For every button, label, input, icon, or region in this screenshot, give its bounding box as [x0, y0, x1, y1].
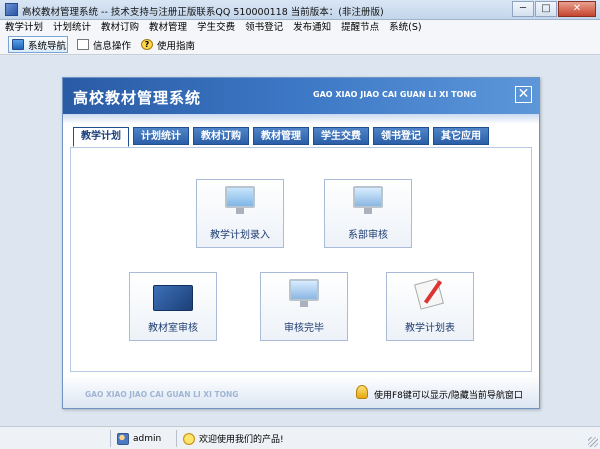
- menu-bar: 教学计划 计划统计 教材订购 教材管理 学生交费 领书登记 发布通知 提醒节点 …: [0, 20, 600, 35]
- menu-plan-stats[interactable]: 计划统计: [48, 20, 96, 35]
- dept-review-label: 系部审核: [348, 230, 388, 241]
- system-nav-button[interactable]: 系统导航: [8, 36, 68, 53]
- tab-strip: 教学计划 计划统计 教材订购 教材管理 学生交费 领书登记 其它应用: [73, 127, 493, 147]
- status-bar: admin 欢迎使用我们的产品!: [0, 426, 600, 449]
- dept-review-button[interactable]: 系部审核: [324, 179, 412, 248]
- footer-pinyin: GAO XIAO JIAO CAI GUAN LI XI TONG: [85, 390, 239, 399]
- user-guide-label: 使用指南: [157, 40, 196, 52]
- monitor-icon: [12, 39, 24, 50]
- plan-entry-label: 教学计划录入: [210, 230, 270, 241]
- room-review-button[interactable]: 教材室审核: [129, 272, 217, 341]
- tab-other-apps[interactable]: 其它应用: [433, 127, 489, 145]
- app-icon: [5, 3, 18, 16]
- menu-textbook-manage[interactable]: 教材管理: [144, 20, 192, 35]
- review-done-button[interactable]: 审核完毕: [260, 272, 348, 341]
- header-band: [63, 114, 539, 124]
- plan-table-label: 教学计划表: [405, 323, 455, 334]
- blue-book-icon: [153, 285, 193, 311]
- window-controls: ─ □ ✕: [511, 1, 596, 17]
- room-review-label: 教材室审核: [148, 323, 198, 334]
- status-user: admin: [110, 430, 176, 447]
- title-bar: 高校教材管理系统 -- 技术支持与注册正版联系QQ 510000118 当前版本…: [0, 0, 600, 20]
- help-icon: ?: [141, 39, 153, 50]
- tab-book-register[interactable]: 领书登记: [373, 127, 429, 145]
- user-hint-icon: [356, 385, 368, 399]
- window-title: 高校教材管理系统 -- 技术支持与注册正版联系QQ 510000118 当前版本…: [22, 7, 384, 18]
- info-op-button[interactable]: 信息操作: [74, 36, 134, 53]
- panel-close-button[interactable]: ✕: [515, 86, 532, 103]
- display-monitor-icon: [353, 186, 383, 214]
- plan-entry-button[interactable]: 教学计划录入: [196, 179, 284, 248]
- panel-pinyin-title: GAO XIAO JIAO CAI GUAN LI XI TONG: [313, 90, 477, 99]
- menu-book-register[interactable]: 领书登记: [240, 20, 288, 35]
- toolbar: 系统导航 信息操作 ? 使用指南: [0, 35, 600, 55]
- tab-content: 教学计划录入 系部审核 教材室审核 审核完毕 教学计划表: [70, 147, 532, 372]
- panel-footer: GAO XIAO JIAO CAI GUAN LI XI TONG 使用F8键可…: [63, 376, 539, 408]
- user-icon: [117, 432, 129, 445]
- menu-textbook-order[interactable]: 教材订购: [96, 20, 144, 35]
- document-icon: [77, 39, 89, 50]
- scroll-pen-icon: [413, 278, 447, 310]
- navigation-panel: 高校教材管理系统 GAO XIAO JIAO CAI GUAN LI XI TO…: [62, 77, 540, 409]
- panel-header: 高校教材管理系统 GAO XIAO JIAO CAI GUAN LI XI TO…: [63, 78, 539, 114]
- review-done-label: 审核完毕: [284, 323, 324, 334]
- tab-textbook-manage[interactable]: 教材管理: [253, 127, 309, 145]
- tab-plan-stats[interactable]: 计划统计: [133, 127, 189, 145]
- footer-hint: 使用F8键可以显示/隐藏当前导航窗口: [374, 391, 523, 401]
- plan-table-button[interactable]: 教学计划表: [386, 272, 474, 341]
- panel-title: 高校教材管理系统: [73, 89, 202, 107]
- computer-monitor-icon: [225, 186, 255, 214]
- status-user-name: admin: [133, 433, 162, 444]
- status-welcome: 欢迎使用我们的产品!: [199, 435, 284, 445]
- maximize-button[interactable]: □: [535, 1, 557, 17]
- menu-reminder-node[interactable]: 提醒节点: [336, 20, 384, 35]
- tab-teaching-plan[interactable]: 教学计划: [73, 127, 129, 147]
- menu-system[interactable]: 系统(S): [384, 20, 426, 35]
- chart-monitor-icon: [289, 279, 319, 307]
- minimize-button[interactable]: ─: [512, 1, 534, 17]
- system-nav-label: 系统导航: [28, 40, 67, 52]
- tab-student-fee[interactable]: 学生交费: [313, 127, 369, 145]
- info-op-label: 信息操作: [93, 40, 132, 52]
- menu-teaching-plan[interactable]: 教学计划: [0, 20, 48, 35]
- menu-student-fee[interactable]: 学生交费: [192, 20, 240, 35]
- smiley-icon: [183, 432, 195, 445]
- status-message: 欢迎使用我们的产品!: [176, 430, 376, 447]
- close-button[interactable]: ✕: [558, 1, 596, 17]
- tab-textbook-order[interactable]: 教材订购: [193, 127, 249, 145]
- resize-grip[interactable]: [588, 437, 598, 447]
- user-guide-button[interactable]: ? 使用指南: [138, 36, 200, 53]
- menu-publish-notice[interactable]: 发布通知: [288, 20, 336, 35]
